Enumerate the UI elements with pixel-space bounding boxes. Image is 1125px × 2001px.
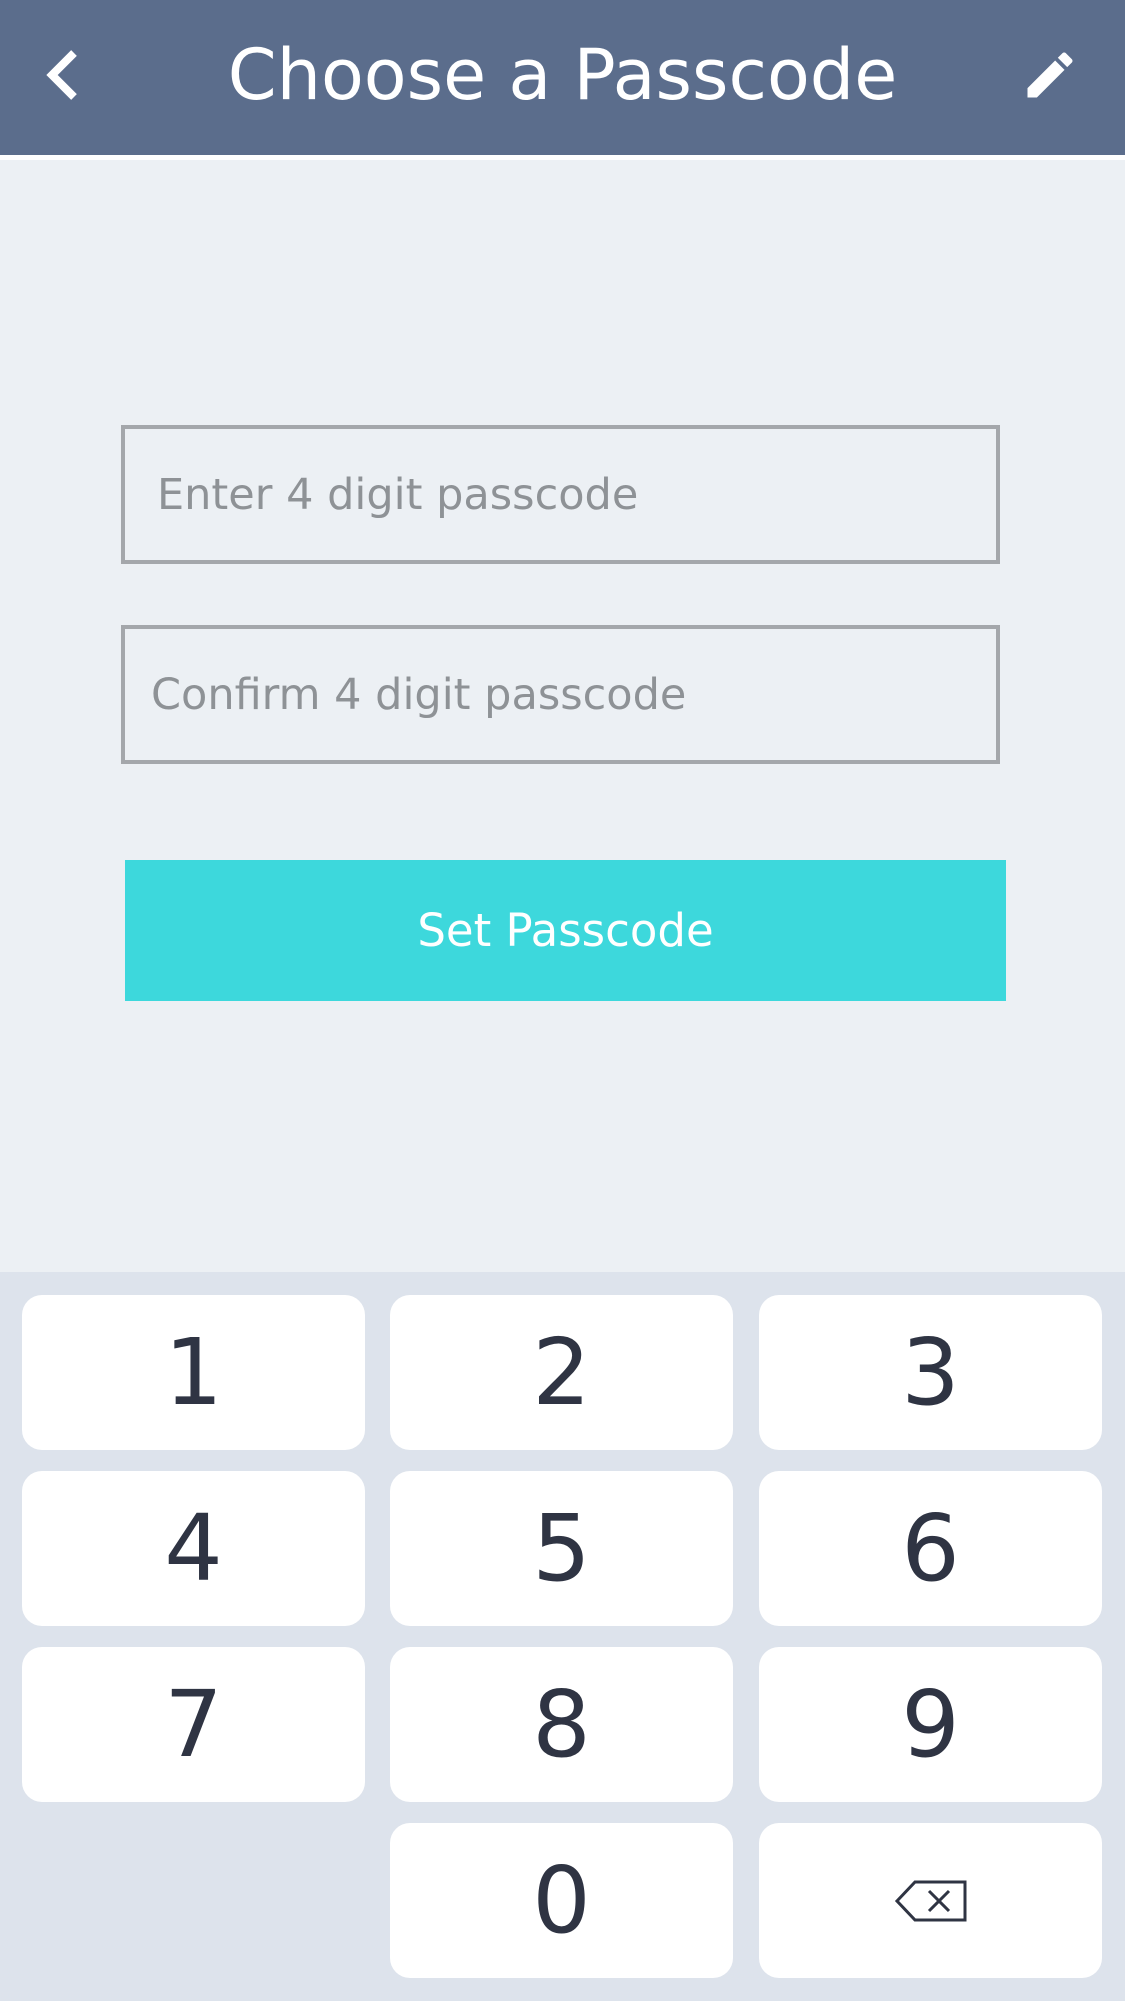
- backspace-key[interactable]: [759, 1823, 1102, 1978]
- confirm-passcode-input[interactable]: Confirm 4 digit passcode: [121, 625, 1000, 764]
- passcode-input[interactable]: Enter 4 digit passcode: [121, 425, 1000, 564]
- set-passcode-button[interactable]: Set Passcode: [125, 860, 1006, 1001]
- pencil-icon[interactable]: [1020, 45, 1080, 105]
- key-9[interactable]: 9: [759, 1647, 1102, 1802]
- passcode-placeholder: Enter 4 digit passcode: [157, 469, 639, 520]
- backspace-icon: [894, 1880, 966, 1921]
- key-7[interactable]: 7: [22, 1647, 365, 1802]
- key-2[interactable]: 2: [390, 1295, 733, 1450]
- confirm-passcode-placeholder: Confirm 4 digit passcode: [151, 669, 687, 720]
- key-8[interactable]: 8: [390, 1647, 733, 1802]
- key-0[interactable]: 0: [390, 1823, 733, 1978]
- key-6[interactable]: 6: [759, 1471, 1102, 1626]
- page-title: Choose a Passcode: [227, 34, 898, 116]
- numeric-keypad: 1 2 3 4 5 6 7 8 9 0: [0, 1272, 1125, 2001]
- key-1[interactable]: 1: [22, 1295, 365, 1450]
- key-5[interactable]: 5: [390, 1471, 733, 1626]
- app-header: Choose a Passcode: [0, 0, 1125, 160]
- key-3[interactable]: 3: [759, 1295, 1102, 1450]
- key-4[interactable]: 4: [22, 1471, 365, 1626]
